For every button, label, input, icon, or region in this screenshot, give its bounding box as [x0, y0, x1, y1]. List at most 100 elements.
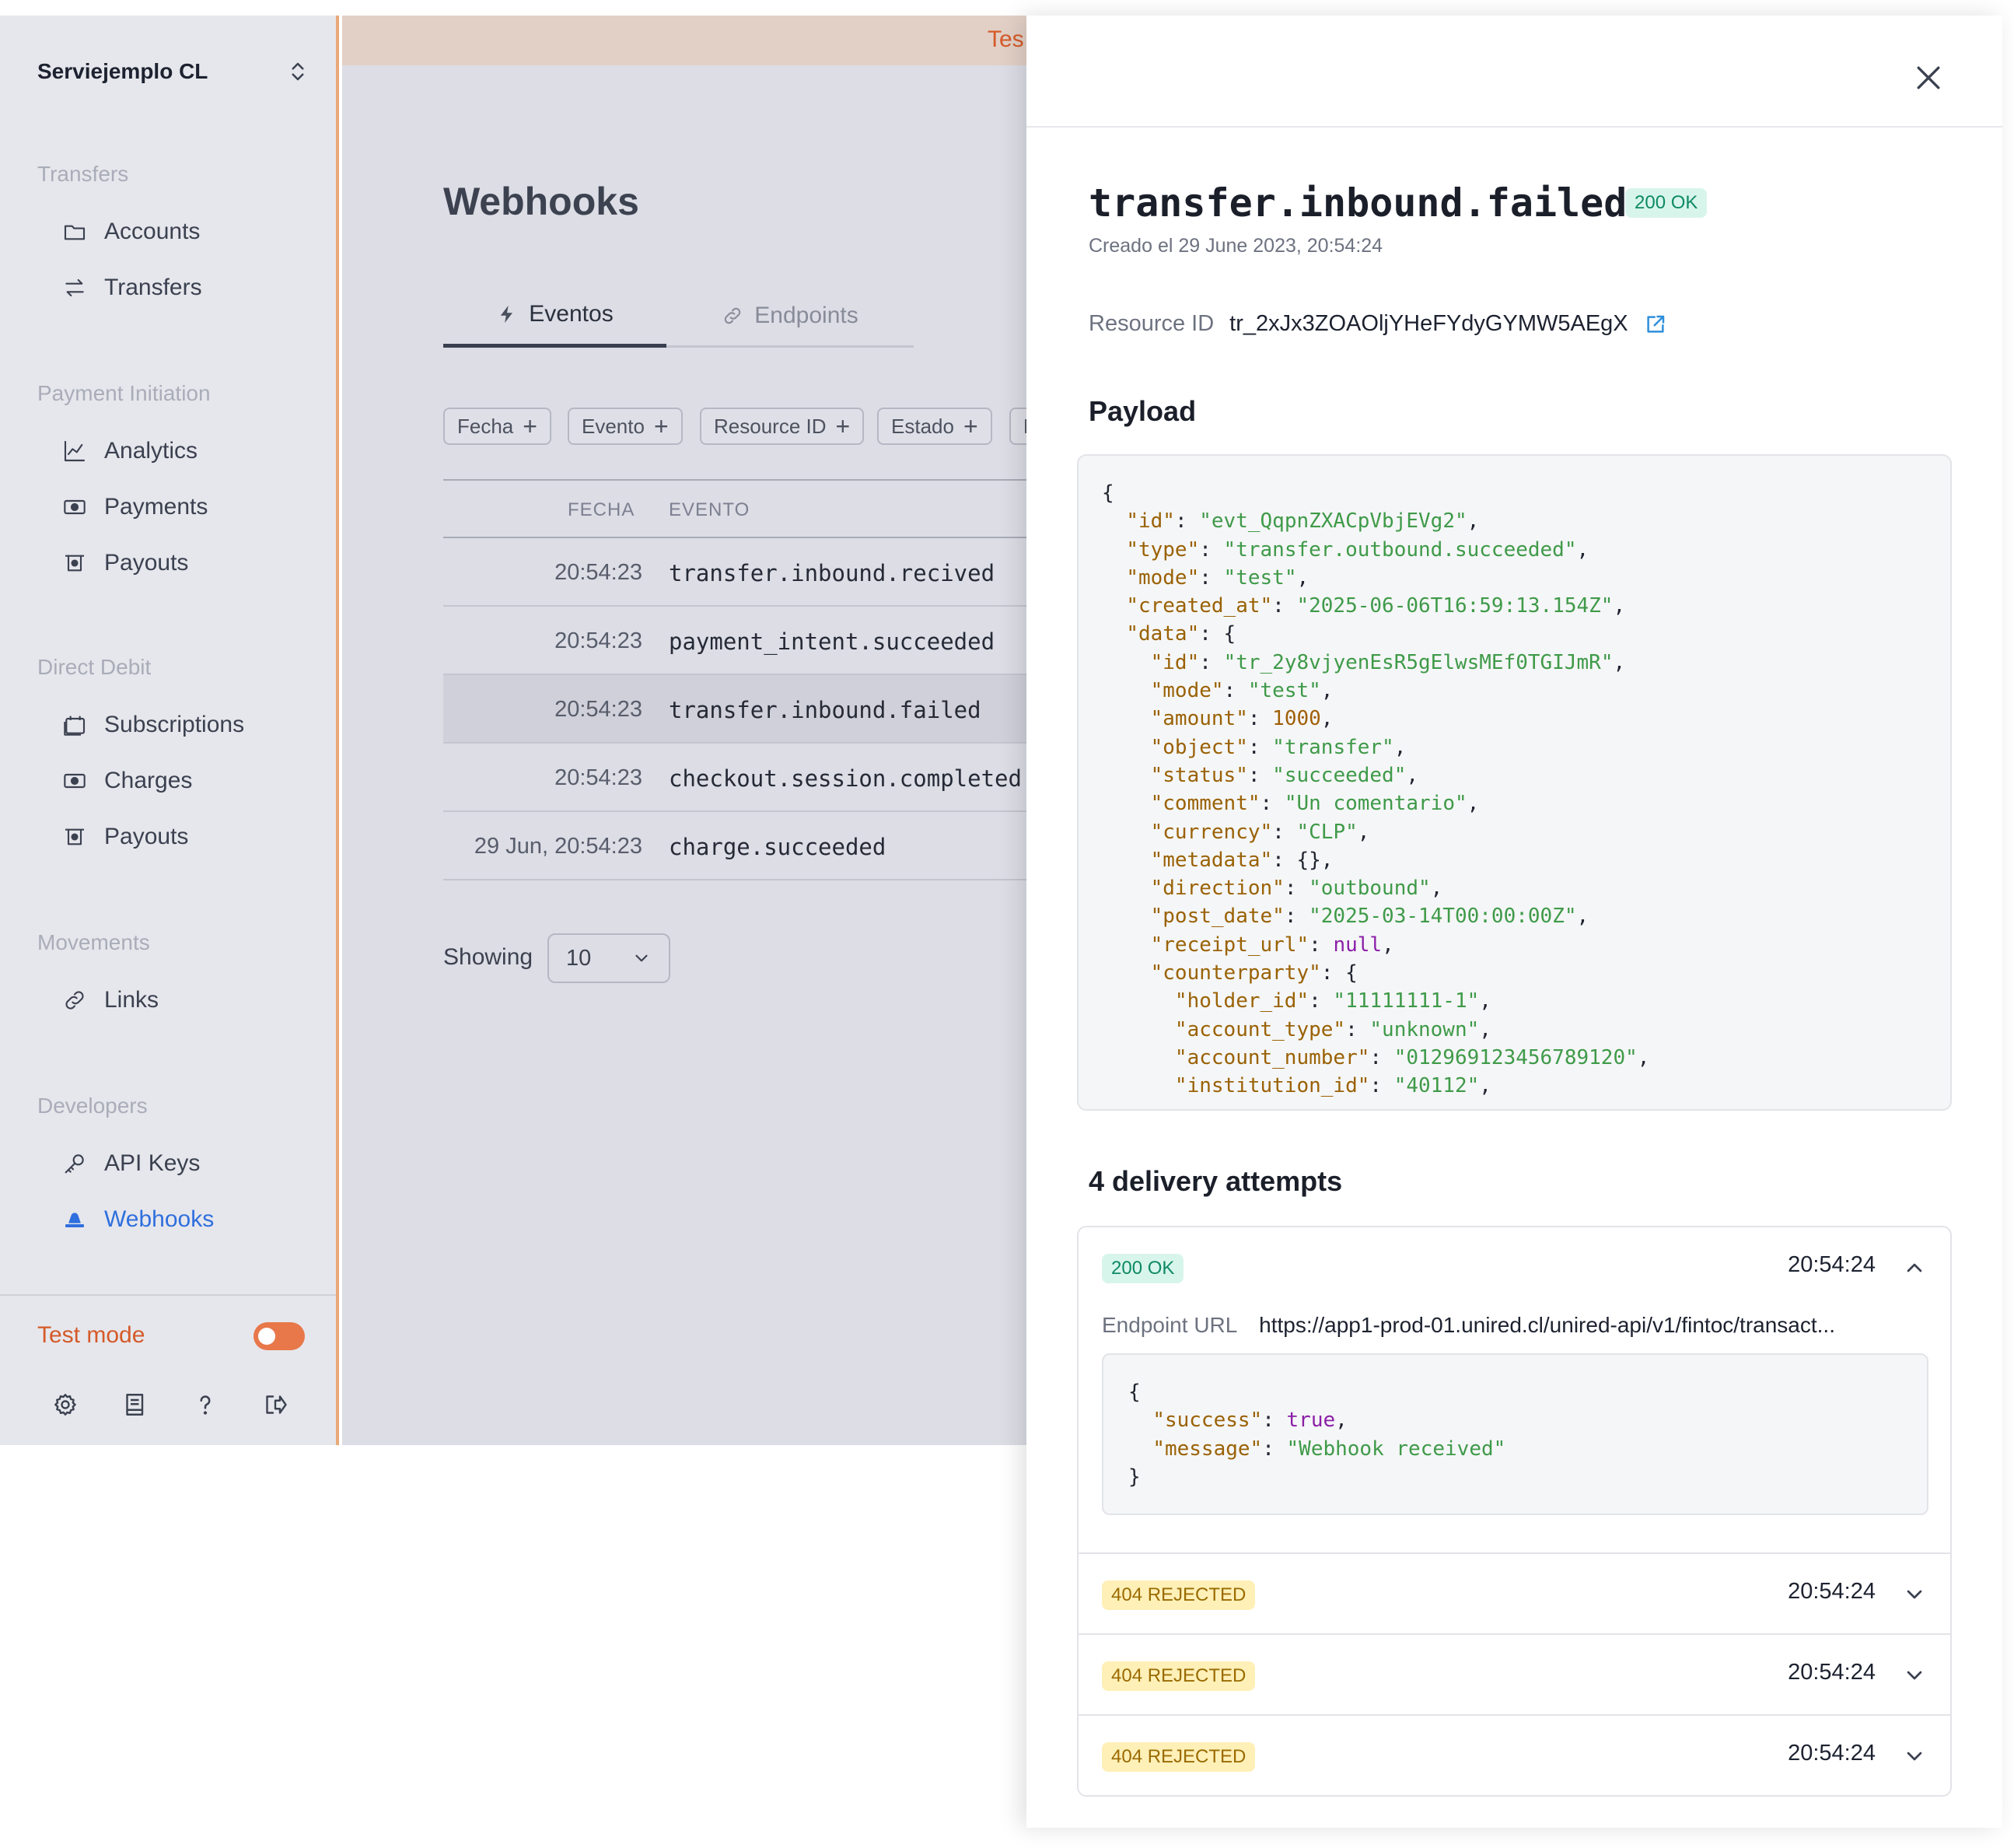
code-token: true — [1286, 1409, 1336, 1433]
sidebar-item-transfers[interactable]: Transfers — [62, 266, 202, 310]
org-switcher[interactable]: Serviejemplo CL — [37, 48, 309, 95]
sidebar-item-label: Payments — [104, 494, 208, 520]
settings-icon[interactable] — [51, 1391, 79, 1419]
code-token: : — [1199, 565, 1224, 590]
code-token: "transfer" — [1272, 735, 1394, 759]
filter-label: Evento — [582, 414, 645, 438]
created-at: Creado el 29 June 2023, 20:54:24 — [1089, 235, 1383, 257]
logout-icon[interactable] — [261, 1391, 289, 1419]
sidebar-item-label: Payouts — [104, 824, 189, 849]
chevron-down-icon — [635, 954, 648, 962]
close-icon[interactable] — [1911, 61, 1946, 95]
chevron-down-icon — [1907, 1590, 1922, 1599]
code-token: "account_type" — [1174, 1017, 1346, 1041]
delivery-attempt-header[interactable]: 200 OK 20:54:24 — [1079, 1227, 1950, 1307]
table-row[interactable]: 29 Jun, 20:54:23 charge.succeeded — [443, 812, 1026, 880]
code-token: "40112" — [1393, 1074, 1480, 1098]
page-title: Webhooks — [443, 180, 639, 223]
code-token: , — [1479, 1074, 1491, 1098]
sidebar-item-api-keys[interactable]: API Keys — [62, 1142, 200, 1185]
code-line: "mode": "test", — [1102, 564, 1927, 592]
code-token: { — [1128, 1381, 1141, 1404]
filter-evento[interactable]: Evento + — [568, 408, 683, 445]
sidebar-item-charges[interactable]: Charges — [62, 759, 192, 803]
code-token: , — [1479, 1017, 1491, 1041]
filter-fecha[interactable]: Fecha + — [443, 408, 551, 445]
code-line: "comment": "Un comentario", — [1102, 789, 1927, 817]
code-token: "account_number" — [1174, 1045, 1370, 1069]
delivery-attempt-header[interactable]: 404 REJECTED 20:54:24 — [1079, 1716, 1950, 1795]
row-event: charge.succeeded — [669, 834, 886, 860]
status-badge: 200 OK — [1625, 188, 1708, 218]
code-token: "type" — [1126, 537, 1200, 562]
tabs: Eventos Endpoints — [443, 284, 914, 348]
delivery-attempt-header[interactable]: 404 REJECTED 20:54:24 — [1079, 1635, 1950, 1714]
code-line: "type": "transfer.outbound.succeeded", — [1102, 536, 1927, 564]
code-token: "11111111-1" — [1333, 989, 1480, 1013]
code-line: "post_date": "2025-03-14T00:00:00Z", — [1102, 902, 1927, 930]
sidebar-item-analytics[interactable]: Analytics — [62, 429, 198, 473]
sidebar-item-subscriptions[interactable]: Subscriptions — [62, 703, 244, 747]
code-token: "2025-03-14T00:00:00Z" — [1309, 905, 1577, 929]
payload-code-block[interactable]: { "id": "evt_QqpnZXACpVbjEVg2", "type": … — [1077, 454, 1952, 1111]
sidebar-item-links[interactable]: Links — [62, 978, 159, 1022]
filter-estado[interactable]: Estado + — [877, 408, 992, 445]
sidebar-item-label: Charges — [104, 768, 193, 793]
code-token: "evt_QqpnZXACpVbjEVg2" — [1199, 509, 1467, 534]
external-link-icon[interactable] — [1644, 313, 1667, 336]
code-token: "post_date" — [1150, 905, 1285, 929]
event-detail-drawer: transfer.inbound.failed 200 OK Creado el… — [1026, 16, 2002, 1828]
docs-icon[interactable] — [121, 1391, 149, 1419]
code-line: "holder_id": "11111111-1", — [1102, 987, 1927, 1015]
table-row-selected[interactable]: 20:54:23 transfer.inbound.failed — [443, 675, 1026, 744]
table-row[interactable]: 20:54:23 transfer.inbound.recived — [443, 538, 1026, 607]
link-icon — [65, 991, 84, 1010]
payout-icon — [65, 828, 84, 845]
payout-icon — [65, 555, 84, 572]
sidebar-item-payouts-direct-debit[interactable]: Payouts — [62, 815, 188, 859]
code-token: "created_at" — [1126, 594, 1273, 618]
webhook-icon — [65, 1213, 84, 1227]
delivery-attempt: 404 REJECTED 20:54:24 — [1079, 1716, 1950, 1795]
code-token: : { — [1320, 961, 1358, 985]
code-token: "CLP" — [1296, 820, 1358, 844]
test-mode-toggle[interactable] — [253, 1322, 305, 1350]
row-date: 20:54:23 — [554, 628, 642, 653]
arrows-swap-icon — [65, 278, 84, 297]
table-row[interactable]: 20:54:23 payment_intent.succeeded — [443, 607, 1026, 675]
plus-icon: + — [835, 411, 851, 440]
help-icon[interactable] — [191, 1391, 219, 1419]
table-row[interactable]: 20:54:23 checkout.session.completed — [443, 744, 1026, 812]
sidebar-item-payments[interactable]: Payments — [62, 485, 208, 529]
resource-id-label: Resource ID — [1089, 311, 1215, 336]
code-token: : — [1272, 594, 1297, 618]
sidebar-item-label: API Keys — [104, 1150, 201, 1176]
row-date: 20:54:23 — [554, 560, 642, 585]
sidebar-item-label: Analytics — [104, 438, 198, 464]
filter-resource-id[interactable]: Resource ID + — [700, 408, 865, 445]
delivery-attempt-header[interactable]: 404 REJECTED 20:54:24 — [1079, 1554, 1950, 1633]
code-token: , — [1393, 735, 1407, 759]
tab-endpoints[interactable]: Endpoints — [666, 284, 914, 348]
tab-eventos[interactable]: Eventos — [443, 284, 666, 348]
delivery-attempt: 404 REJECTED 20:54:24 — [1079, 1554, 1950, 1635]
row-date: 29 Jun, 20:54:23 — [474, 834, 642, 859]
sidebar-item-webhooks[interactable]: Webhooks — [62, 1198, 214, 1241]
code-token: : — [1284, 905, 1309, 929]
code-line: "mode": "test", — [1102, 677, 1927, 705]
code-token: , — [1613, 650, 1626, 674]
page-size-select[interactable]: 10 — [547, 933, 670, 983]
sidebar-item-payouts[interactable]: Payouts — [62, 541, 188, 585]
code-token: : — [1369, 1045, 1394, 1069]
code-token: 1000 — [1272, 707, 1321, 731]
sidebar-item-accounts[interactable]: Accounts — [62, 210, 200, 254]
attempt-time: 20:54:24 — [1788, 1252, 1876, 1277]
